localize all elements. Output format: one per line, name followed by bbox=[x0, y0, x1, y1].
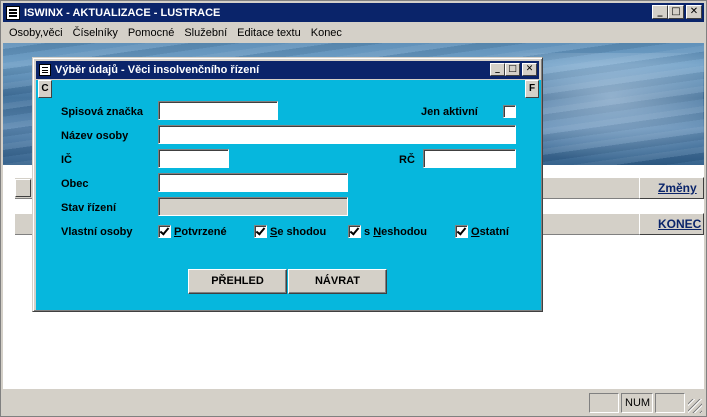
stav-rizeni-input bbox=[158, 197, 348, 216]
status-cell-1 bbox=[589, 393, 619, 413]
se-shodou-label: Se shodou bbox=[270, 226, 327, 238]
menu-editace-textu[interactable]: Editace textu bbox=[232, 27, 306, 39]
dialog-app-icon bbox=[39, 64, 51, 76]
dialog-title: Výběr údajů - Věci insolvenčního řízení bbox=[55, 64, 260, 76]
window-title: ISWINX - AKTUALIZACE - LUSTRACE bbox=[24, 6, 221, 19]
konec-button[interactable]: KONEC bbox=[639, 213, 704, 235]
ostatni-checkbox[interactable] bbox=[455, 225, 468, 238]
strip-small-button[interactable] bbox=[15, 179, 31, 197]
menu-ciselniky[interactable]: Číselníky bbox=[68, 27, 123, 39]
corner-f-button[interactable]: F bbox=[525, 80, 539, 98]
menu-sluzebni[interactable]: Služební bbox=[179, 27, 232, 39]
nazev-osoby-input[interactable] bbox=[158, 125, 516, 144]
vlastni-osoby-label: Vlastní osoby bbox=[61, 226, 133, 238]
s-neshodou-checkbox[interactable] bbox=[348, 225, 361, 238]
ic-input[interactable] bbox=[158, 149, 229, 168]
status-cell-3 bbox=[655, 393, 685, 413]
minimize-icon[interactable]: _ bbox=[652, 5, 668, 19]
window-controls: _ □ ✕ bbox=[652, 5, 702, 19]
menu-pomocne[interactable]: Pomocné bbox=[123, 27, 179, 39]
ic-label: IČ bbox=[61, 154, 72, 166]
menu-bar: Osoby,věci Číselníky Pomocné Služební Ed… bbox=[3, 23, 704, 43]
maximize-icon[interactable]: □ bbox=[668, 5, 684, 19]
stav-rizeni-label: Stav řízení bbox=[61, 202, 117, 214]
menu-osoby-veci[interactable]: Osoby,věci bbox=[3, 27, 68, 39]
dialog-title-bar: Výběr údajů - Věci insolvenčního řízení … bbox=[36, 61, 539, 79]
zmeny-button[interactable]: Změny bbox=[639, 177, 704, 199]
dialog-body: C F Spisová značka Jen aktivní Název oso… bbox=[36, 80, 541, 310]
s-neshodou-label: s Neshodou bbox=[364, 226, 427, 238]
obec-label: Obec bbox=[61, 178, 89, 190]
spisova-znacka-label: Spisová značka bbox=[61, 106, 143, 118]
resize-grip-icon[interactable] bbox=[688, 399, 702, 413]
potvrzene-checkbox[interactable] bbox=[158, 225, 171, 238]
spisova-znacka-input[interactable] bbox=[158, 101, 278, 120]
nazev-osoby-label: Název osoby bbox=[61, 130, 129, 142]
rc-label: RČ bbox=[399, 154, 415, 166]
obec-input[interactable] bbox=[158, 173, 348, 192]
menu-konec[interactable]: Konec bbox=[306, 27, 347, 39]
dialog-close-icon[interactable]: ✕ bbox=[522, 63, 537, 76]
app-icon bbox=[6, 5, 20, 20]
dialog-maximize-icon[interactable]: □ bbox=[505, 63, 520, 76]
ostatni-label: Ostatní bbox=[471, 226, 509, 238]
navrat-button[interactable]: NÁVRAT bbox=[288, 269, 387, 294]
corner-c-button[interactable]: C bbox=[38, 80, 52, 98]
close-icon[interactable]: ✕ bbox=[686, 5, 702, 19]
dialog-minimize-icon[interactable]: _ bbox=[490, 63, 505, 76]
status-cell-num: NUM bbox=[621, 393, 653, 413]
jen-aktivni-label: Jen aktivní bbox=[421, 106, 478, 118]
potvrzene-label: Potvrzené bbox=[174, 226, 227, 238]
selection-dialog: Výběr údajů - Věci insolvenčního řízení … bbox=[32, 57, 543, 312]
rc-input[interactable] bbox=[423, 149, 516, 168]
title-bar: ISWINX - AKTUALIZACE - LUSTRACE _ □ ✕ bbox=[3, 3, 704, 22]
se-shodou-checkbox[interactable] bbox=[254, 225, 267, 238]
prehled-button[interactable]: PŘEHLED bbox=[188, 269, 287, 294]
jen-aktivni-checkbox[interactable] bbox=[503, 105, 516, 118]
status-bar: NUM bbox=[3, 391, 704, 415]
dialog-window-controls: _ □ ✕ bbox=[490, 63, 537, 76]
